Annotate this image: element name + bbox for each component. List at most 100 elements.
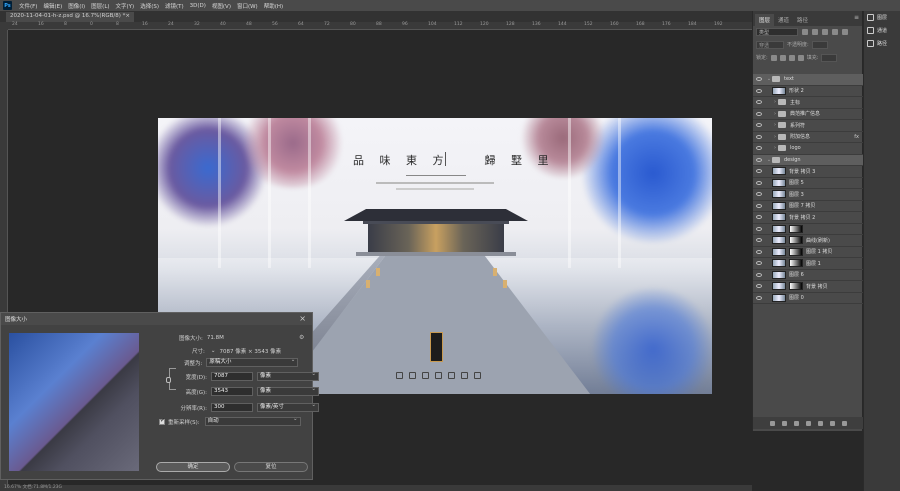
menu-view[interactable]: 视图(V) bbox=[209, 2, 234, 10]
eye-icon[interactable] bbox=[756, 249, 762, 254]
link-icon[interactable] bbox=[166, 377, 171, 383]
layer-group-row[interactable]: › 典范推广信息 bbox=[753, 109, 863, 120]
fx-icon[interactable] bbox=[781, 420, 787, 426]
eye-icon[interactable] bbox=[756, 261, 762, 266]
menu-help[interactable]: 帮助(H) bbox=[261, 2, 286, 10]
layer-row[interactable]: 图层 7 拷贝 bbox=[753, 201, 863, 212]
fit-select[interactable]: 原稿大小 bbox=[206, 357, 299, 367]
eye-icon[interactable] bbox=[756, 169, 762, 174]
eye-icon[interactable] bbox=[756, 238, 762, 243]
layer-row[interactable]: 背景 拷贝 3 bbox=[753, 166, 863, 178]
width-input[interactable]: 7087 bbox=[211, 372, 253, 381]
add-mask-icon[interactable] bbox=[793, 420, 799, 426]
eye-icon[interactable] bbox=[756, 157, 762, 162]
fx-badge[interactable]: fx bbox=[854, 134, 859, 140]
close-tab-icon[interactable]: × bbox=[125, 13, 130, 19]
layer-mask-thumbnail[interactable] bbox=[789, 259, 803, 268]
horizontal-ruler[interactable]: 24 16 8 0 8 16 24 32 40 48 56 64 72 80 88 96 104 112 120 12… bbox=[8, 22, 752, 30]
eye-icon[interactable] bbox=[756, 134, 762, 139]
filter-type-icon[interactable] bbox=[822, 29, 828, 35]
layer-mask-thumbnail[interactable] bbox=[789, 236, 803, 245]
menu-window[interactable]: 窗口(W) bbox=[234, 2, 261, 10]
eye-icon[interactable] bbox=[756, 88, 762, 93]
menu-image[interactable]: 图像(I) bbox=[65, 2, 88, 10]
eye-icon[interactable] bbox=[756, 180, 762, 185]
chevron-down-icon[interactable]: ⌄ bbox=[211, 348, 216, 354]
photoshop-logo-icon[interactable]: Ps bbox=[3, 1, 12, 10]
eye-icon[interactable] bbox=[756, 146, 762, 151]
menu-layer[interactable]: 图层(L) bbox=[88, 2, 112, 10]
tab-channels[interactable]: 通道 bbox=[774, 14, 793, 26]
layer-row[interactable]: 曲线(刷新) bbox=[753, 235, 863, 247]
eye-icon[interactable] bbox=[756, 215, 762, 220]
layer-group-row[interactable]: › 系列符 bbox=[753, 120, 863, 132]
layer-group-row[interactable]: ⌄ text bbox=[753, 74, 863, 86]
eye-icon[interactable] bbox=[756, 192, 762, 197]
tab-layers[interactable]: 图层 bbox=[755, 14, 775, 26]
layer-row[interactable]: 背景 拷贝 bbox=[753, 281, 863, 293]
panel-menu-icon[interactable]: ≡ bbox=[854, 14, 859, 21]
image-preview[interactable] bbox=[9, 333, 139, 471]
layer-row[interactable]: 图层 6 bbox=[753, 270, 863, 281]
height-unit-select[interactable]: 像素 bbox=[257, 386, 319, 396]
link-layers-icon[interactable] bbox=[769, 420, 775, 426]
menu-3d[interactable]: 3D(D) bbox=[187, 3, 209, 9]
gear-icon[interactable]: ⚙ bbox=[299, 334, 304, 341]
filter-pixel-icon[interactable] bbox=[802, 29, 808, 35]
resolution-unit-select[interactable]: 像素/英寸 bbox=[257, 402, 319, 412]
document-tab[interactable]: 2020-11-04-01-h-z.psd @ 16.7%(RGB/8) * × bbox=[6, 12, 134, 22]
opacity-input[interactable] bbox=[811, 40, 828, 49]
dock-layers[interactable]: 图层 bbox=[864, 11, 900, 24]
ok-button[interactable]: 确定 bbox=[156, 462, 230, 472]
lock-move-icon[interactable] bbox=[788, 54, 795, 61]
dialog-titlebar[interactable]: 图像大小 bbox=[1, 313, 312, 325]
dock-channels[interactable]: 通道 bbox=[864, 24, 900, 37]
layer-group-row[interactable]: › 附加信息 fx bbox=[753, 132, 863, 143]
menu-select[interactable]: 选择(S) bbox=[137, 2, 162, 10]
lock-all-icon[interactable] bbox=[797, 54, 804, 61]
fill-input[interactable] bbox=[821, 53, 838, 62]
menu-file[interactable]: 文件(F) bbox=[16, 2, 40, 10]
menu-filter[interactable]: 滤镜(T) bbox=[162, 2, 187, 10]
layer-row[interactable]: 图层 1 拷贝 bbox=[753, 247, 863, 258]
reset-button[interactable]: 复位 bbox=[234, 462, 308, 472]
layer-row[interactable]: 图层 1 bbox=[753, 258, 863, 270]
height-input[interactable]: 3543 bbox=[211, 387, 253, 396]
layer-row[interactable]: 图层 5 bbox=[753, 178, 863, 189]
layer-row[interactable] bbox=[753, 224, 863, 235]
resample-select[interactable]: 自动 bbox=[204, 416, 301, 426]
layer-row[interactable]: 图层 0 bbox=[753, 293, 863, 304]
dock-paths[interactable]: 路径 bbox=[864, 37, 900, 50]
delete-layer-icon[interactable] bbox=[841, 420, 847, 426]
new-layer-icon[interactable] bbox=[829, 420, 835, 426]
eye-icon[interactable] bbox=[756, 284, 762, 289]
eye-icon[interactable] bbox=[756, 77, 762, 82]
ruler-corner[interactable] bbox=[0, 22, 8, 30]
layer-group-row[interactable]: › logo bbox=[753, 143, 863, 155]
layer-row[interactable]: 背景 拷贝 2 bbox=[753, 212, 863, 224]
layer-mask-thumbnail[interactable] bbox=[789, 282, 803, 291]
blend-mode-select[interactable]: 穿透 bbox=[756, 40, 784, 49]
eye-icon[interactable] bbox=[756, 295, 762, 300]
layer-filter-select[interactable]: 类型 bbox=[756, 28, 798, 36]
width-unit-select[interactable]: 像素 bbox=[257, 371, 319, 381]
tab-paths[interactable]: 路径 bbox=[793, 14, 812, 26]
adjustment-layer-icon[interactable] bbox=[805, 420, 811, 426]
filter-smart-icon[interactable] bbox=[842, 29, 848, 35]
eye-icon[interactable] bbox=[756, 203, 762, 208]
eye-icon[interactable] bbox=[756, 111, 762, 116]
filter-shape-icon[interactable] bbox=[832, 29, 838, 35]
lock-pixels-icon[interactable] bbox=[770, 54, 777, 61]
layer-group-row[interactable]: › 主标 bbox=[753, 97, 863, 109]
dialog-close-icon[interactable]: × bbox=[299, 314, 306, 323]
menu-edit[interactable]: 编辑(E) bbox=[40, 2, 65, 10]
eye-icon[interactable] bbox=[756, 123, 762, 128]
eye-icon[interactable] bbox=[756, 100, 762, 105]
eye-icon[interactable] bbox=[756, 226, 762, 231]
lock-paint-icon[interactable] bbox=[779, 54, 786, 61]
new-group-icon[interactable] bbox=[817, 420, 823, 426]
eye-icon[interactable] bbox=[756, 272, 762, 277]
layer-row[interactable]: 图层 3 bbox=[753, 189, 863, 201]
filter-adjust-icon[interactable] bbox=[812, 29, 818, 35]
layer-mask-thumbnail[interactable] bbox=[789, 224, 803, 233]
